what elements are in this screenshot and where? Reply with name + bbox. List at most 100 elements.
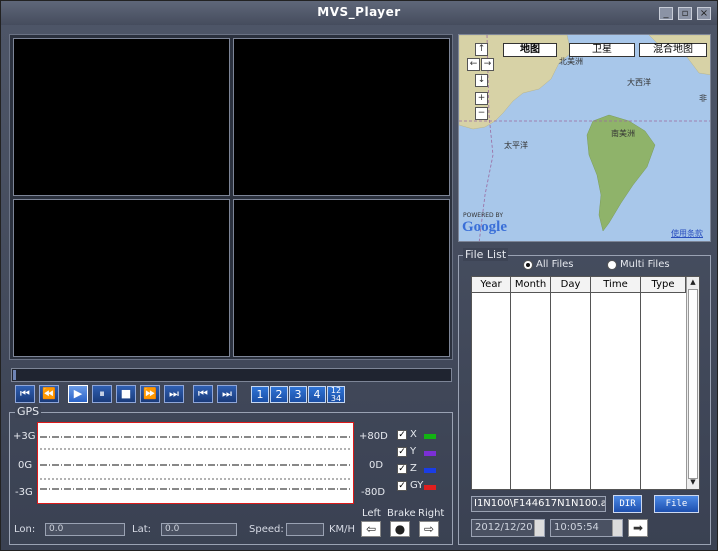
gy-axis-checkbox[interactable]: ✓ — [397, 481, 407, 491]
close-button[interactable]: × — [697, 7, 711, 20]
fast-forward-button[interactable]: ⏩ — [140, 385, 160, 403]
label-pacific: 太平洋 — [504, 141, 528, 150]
player-window: MVS_Player _ ▫ × ⏮ ⏪ ▶ ⏸ ■ ⏩ ⏭ ⏮ ⏭ 1 2 3… — [0, 0, 718, 551]
quad-view-button[interactable]: 12 34 — [327, 386, 345, 403]
date-picker[interactable]: 2012/12/20 — [471, 519, 545, 537]
y-axis-checkbox[interactable]: ✓ — [397, 447, 407, 457]
lon-label: Lon: — [14, 524, 36, 535]
video-channel-3[interactable] — [13, 199, 230, 357]
z-axis-checkbox[interactable]: ✓ — [397, 464, 407, 474]
pan-left-icon[interactable]: ← — [467, 58, 480, 71]
y-axis-label: Y — [410, 446, 417, 457]
play-button[interactable]: ▶ — [68, 385, 88, 403]
scroll-thumb[interactable] — [688, 289, 698, 479]
brake-signal-label: Brake — [387, 508, 416, 519]
speed-unit: KM/H — [329, 524, 356, 535]
channel-2-button[interactable]: 2 — [270, 386, 288, 403]
skip-end-button[interactable]: ⏭ — [164, 385, 184, 403]
x-axis-label: X — [410, 429, 417, 440]
col-day-header[interactable]: Day — [551, 277, 591, 293]
minimize-button[interactable]: _ — [659, 7, 673, 20]
tab-map[interactable]: 地图 — [503, 43, 557, 57]
maximize-button[interactable]: ▫ — [678, 7, 692, 20]
gsensor-lines — [40, 436, 351, 490]
multi-files-radio[interactable] — [607, 260, 617, 270]
time-picker[interactable]: 10:05:54 — [550, 519, 623, 537]
map-view[interactable]: 地图 卫星 混合地图 ↑ ← → ↓ + − 北美洲 大西洋 非 南美洲 太平洋… — [458, 34, 711, 242]
pause-button[interactable]: ⏸ — [92, 385, 112, 403]
left-arrow-icon: ⇦ — [361, 521, 381, 537]
pan-down-icon[interactable]: ↓ — [475, 74, 488, 87]
gps-legend: GPS — [15, 405, 42, 418]
playback-progress-bar[interactable] — [11, 368, 452, 382]
time-spinner-icon[interactable] — [612, 520, 622, 536]
left-signal-label: Left — [362, 508, 381, 519]
label-atlantic: 大西洋 — [627, 78, 651, 87]
google-powered-by: POWERED BY — [463, 212, 504, 219]
x-axis-checkbox[interactable]: ✓ — [397, 430, 407, 440]
gy-axis-swatch — [424, 485, 436, 490]
d-tick-bottom: -80D — [361, 487, 386, 498]
col-year-header[interactable]: Year — [472, 277, 511, 293]
z-axis-swatch — [424, 468, 436, 473]
stop-button[interactable]: ■ — [116, 385, 136, 403]
col-divider — [590, 293, 591, 490]
zoom-out-icon[interactable]: − — [475, 107, 488, 120]
label-africa: 非 — [699, 94, 707, 103]
col-time-header[interactable]: Time — [591, 277, 641, 293]
col-type-header[interactable]: Type — [641, 277, 686, 293]
d-tick-mid: 0D — [369, 460, 384, 471]
date-value: 2012/12/20 — [475, 522, 533, 533]
speed-field — [286, 523, 324, 536]
video-channel-4[interactable] — [233, 199, 450, 357]
channel-3-button[interactable]: 3 — [289, 386, 307, 403]
col-divider — [550, 293, 551, 490]
video-channel-1[interactable] — [13, 38, 230, 196]
lon-field: 0.0 — [45, 523, 125, 536]
right-arrow-icon: ⇨ — [419, 521, 439, 537]
zoom-in-icon[interactable]: + — [475, 92, 488, 105]
video-panel — [9, 34, 453, 360]
quad-label-bottom: 34 — [330, 394, 342, 403]
file-list-legend: File List — [463, 248, 509, 261]
dir-button[interactable]: DIR — [613, 495, 642, 513]
gsensor-chart — [37, 422, 354, 504]
channel-4-button[interactable]: 4 — [308, 386, 326, 403]
y-axis-swatch — [424, 451, 436, 456]
d-tick-top: +80D — [359, 431, 388, 442]
tab-hybrid[interactable]: 混合地图 — [639, 43, 707, 57]
scroll-up-icon[interactable]: ▲ — [687, 277, 699, 288]
file-path-field[interactable]: I1N100\F144617N1N100.asf — [471, 496, 606, 512]
rewind-button[interactable]: ⏪ — [39, 385, 59, 403]
file-table-scrollbar[interactable]: ▲ ▼ — [686, 277, 699, 489]
map-terms-link[interactable]: 使用条款 — [671, 228, 703, 239]
label-north-america: 北美洲 — [559, 57, 583, 66]
previous-file-button[interactable]: ⏮ — [193, 385, 213, 403]
col-divider — [510, 293, 511, 490]
window-title: MVS_Player — [317, 5, 401, 19]
all-files-radio[interactable] — [523, 260, 533, 270]
brake-icon: ● — [390, 521, 410, 537]
date-spinner-icon[interactable] — [534, 520, 544, 536]
speed-label: Speed: — [249, 524, 284, 535]
file-button[interactable]: File — [654, 495, 699, 513]
skip-start-button[interactable]: ⏮ — [15, 385, 35, 403]
next-file-button[interactable]: ⏭ — [217, 385, 237, 403]
go-arrow-icon[interactable]: ➡ — [628, 519, 648, 537]
pan-up-icon[interactable]: ↑ — [475, 43, 488, 56]
channel-1-button[interactable]: 1 — [251, 386, 269, 403]
pan-right-icon[interactable]: → — [481, 58, 494, 71]
col-divider — [640, 293, 641, 490]
video-channel-2[interactable] — [233, 38, 450, 196]
scroll-down-icon[interactable]: ▼ — [687, 477, 699, 488]
label-south-america: 南美洲 — [611, 129, 635, 138]
multi-files-label: Multi Files — [620, 259, 670, 270]
g-tick-bottom: -3G — [15, 487, 33, 498]
title-bar: MVS_Player _ ▫ × — [1, 1, 717, 25]
g-tick-mid: 0G — [18, 460, 33, 471]
tab-satellite[interactable]: 卫星 — [569, 43, 635, 57]
col-month-header[interactable]: Month — [511, 277, 551, 293]
time-value: 10:05:54 — [554, 522, 599, 533]
file-table[interactable]: Year Month Day Time Type — [471, 276, 700, 490]
progress-fill — [13, 370, 16, 380]
